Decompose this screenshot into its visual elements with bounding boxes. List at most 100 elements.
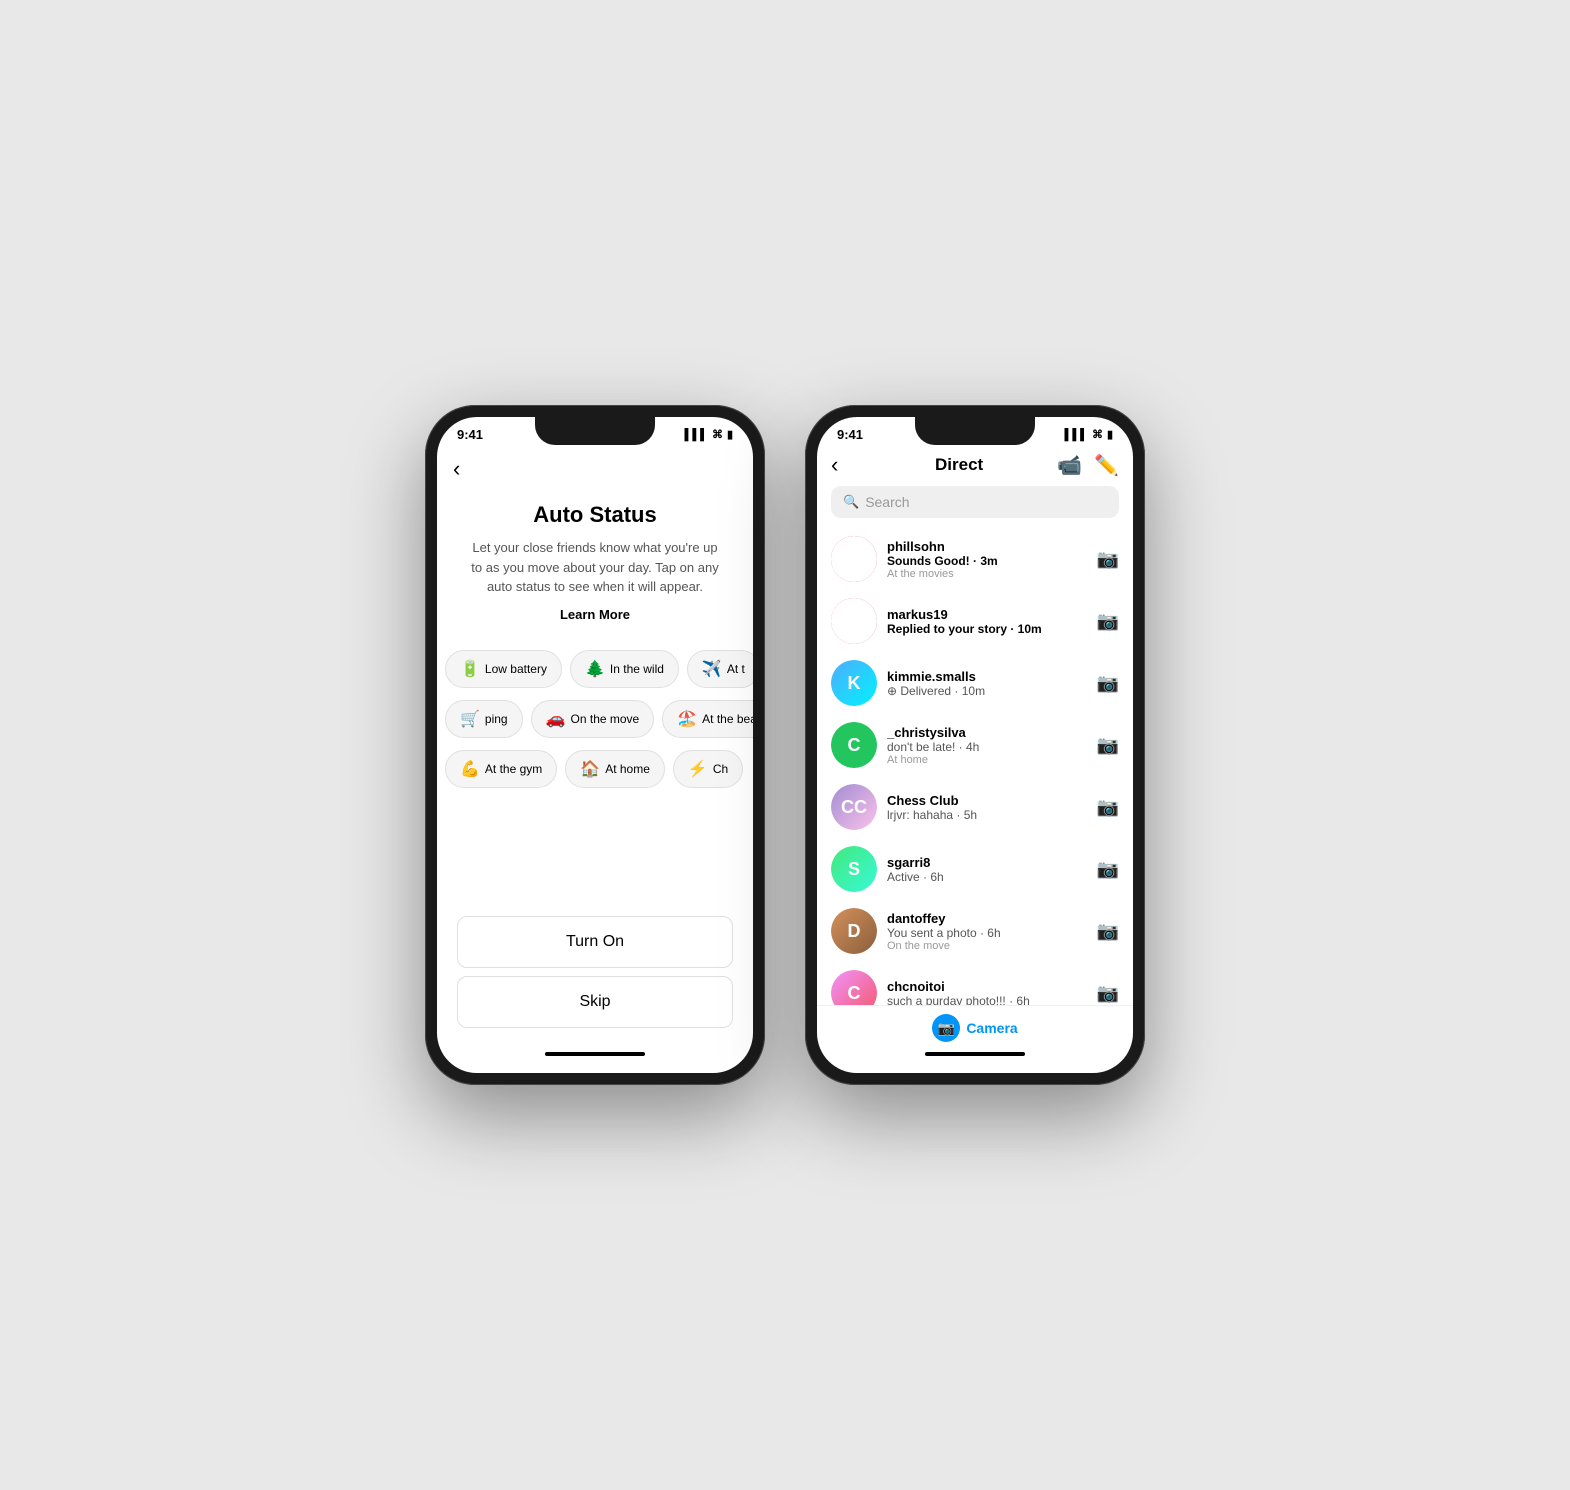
avatar-phillsohn: P <box>831 536 877 582</box>
chip-at-gym[interactable]: 💪 At the gym <box>445 750 557 788</box>
time-left: 9:41 <box>457 427 483 442</box>
cart-emoji: 🛒 <box>460 709 480 729</box>
msg-username: sgarri8 <box>887 855 1087 870</box>
avatar-sgarri8: S <box>831 846 877 892</box>
back-button-left[interactable]: ‹ <box>437 446 753 492</box>
chip-label: At the beac <box>702 712 753 726</box>
msg-username: _christysilva <box>887 725 1087 740</box>
camera-icon[interactable]: 📷 <box>1097 673 1119 694</box>
compose-icon[interactable]: ✏️ <box>1094 453 1119 478</box>
msg-sub: At home <box>887 754 1087 766</box>
avatar-img: CC <box>831 784 877 830</box>
auto-status-title: Auto Status <box>437 492 753 528</box>
camera-icon[interactable]: 📷 <box>1097 549 1119 570</box>
msg-content-sgarri8: sgarri8 Active · 6h <box>887 855 1087 884</box>
avatar-chess-club: CC <box>831 784 877 830</box>
notch-left <box>535 417 655 445</box>
message-list: P phillsohn Sounds Good! · 3m At the mov… <box>817 528 1133 1005</box>
video-icon[interactable]: 📹 <box>1057 453 1082 478</box>
message-item-kimmie[interactable]: K kimmie.smalls ⊕ Delivered · 10m 📷 <box>817 652 1133 714</box>
camera-icon[interactable]: 📷 <box>1097 797 1119 818</box>
message-item-christy[interactable]: C _christysilva don't be late! · 4h At h… <box>817 714 1133 776</box>
camera-circle-icon: 📷 <box>932 1014 960 1042</box>
time-right: 9:41 <box>837 427 863 442</box>
wifi-icon-r: ⌘ <box>1092 428 1103 441</box>
skip-button[interactable]: Skip <box>457 976 733 1028</box>
battery-icon: ▮ <box>727 428 733 441</box>
status-chips-area: 🔋 Low battery 🌲 In the wild ✈️ At t <box>437 638 753 909</box>
msg-preview: Sounds Good! · 3m <box>887 554 1087 568</box>
search-bar[interactable]: 🔍 Search <box>831 486 1119 518</box>
camera-label[interactable]: Camera <box>966 1020 1017 1036</box>
chip-label: ping <box>485 712 508 726</box>
tree-emoji: 🌲 <box>585 659 605 679</box>
chip-at-home[interactable]: 🏠 At home <box>565 750 665 788</box>
msg-sub: At the movies <box>887 568 1087 580</box>
chip-label: In the wild <box>610 662 664 676</box>
status-icons-right: ▌▌▌ ⌘ ▮ <box>1065 428 1113 441</box>
turn-on-button[interactable]: Turn On <box>457 916 733 968</box>
avatar-kimmie: K <box>831 660 877 706</box>
chip-label: At home <box>605 762 650 776</box>
chip-low-battery[interactable]: 🔋 Low battery <box>445 650 562 688</box>
message-item-chess-club[interactable]: CC Chess Club lrjvr: hahaha · 5h 📷 <box>817 776 1133 838</box>
auto-status-screen: ‹ Auto Status Let your close friends kno… <box>437 446 753 1062</box>
msg-username: phillsohn <box>887 539 1087 554</box>
gym-emoji: 💪 <box>460 759 480 779</box>
signal-icon-r: ▌▌▌ <box>1065 429 1088 441</box>
chip-label: At t <box>727 662 745 676</box>
camera-icon[interactable]: 📷 <box>1097 859 1119 880</box>
chips-row-1: 🔋 Low battery 🌲 In the wild ✈️ At t <box>437 644 753 694</box>
chips-row-3: 💪 At the gym 🏠 At home ⚡ Ch <box>437 744 753 794</box>
lightning-emoji: ⚡ <box>688 759 708 779</box>
avatar-img: S <box>831 846 877 892</box>
msg-preview: You sent a photo · 6h <box>887 926 1087 940</box>
right-phone: 9:41 ▌▌▌ ⌘ ▮ ‹ Direct 📹 ✏️ 🔍 Search <box>805 405 1145 1085</box>
message-item-chcnoitoi[interactable]: C chcnoitoi such a purday photo!!! · 6h … <box>817 962 1133 1005</box>
story-ring <box>831 536 877 582</box>
car-emoji: 🚗 <box>546 709 566 729</box>
left-phone: 9:41 ▌▌▌ ⌘ ▮ ‹ Auto Status Let your clos… <box>425 405 765 1085</box>
camera-icon[interactable]: 📷 <box>1097 921 1119 942</box>
direct-screen: ‹ Direct 📹 ✏️ 🔍 Search P <box>817 446 1133 1062</box>
avatar-markus19: M <box>831 598 877 644</box>
chip-label: Ch <box>713 762 728 776</box>
message-item-markus19[interactable]: M markus19 Replied to your story · 10m 📷 <box>817 590 1133 652</box>
camera-icon[interactable]: 📷 <box>1097 735 1119 756</box>
message-item-phillsohn[interactable]: P phillsohn Sounds Good! · 3m At the mov… <box>817 528 1133 590</box>
chip-charging[interactable]: ⚡ Ch <box>673 750 743 788</box>
msg-username: kimmie.smalls <box>887 669 1087 684</box>
avatar-img: C <box>831 722 877 768</box>
camera-bar: 📷 Camera <box>817 1005 1133 1048</box>
msg-content-christy: _christysilva don't be late! · 4h At hom… <box>887 725 1087 766</box>
search-icon: 🔍 <box>843 494 859 510</box>
msg-preview: Active · 6h <box>887 870 1087 884</box>
home-indicator-left <box>545 1052 645 1056</box>
chip-shopping[interactable]: 🛒 ping <box>445 700 523 738</box>
msg-content-kimmie: kimmie.smalls ⊕ Delivered · 10m <box>887 669 1087 698</box>
avatar-img: K <box>831 660 877 706</box>
back-button-right[interactable]: ‹ <box>831 452 861 478</box>
search-input[interactable]: Search <box>865 494 909 510</box>
chip-on-the-move[interactable]: 🚗 On the move <box>531 700 655 738</box>
message-item-sgarri8[interactable]: S sgarri8 Active · 6h 📷 <box>817 838 1133 900</box>
msg-preview: Replied to your story · 10m <box>887 622 1087 636</box>
msg-username: dantoffey <box>887 911 1087 926</box>
battery-icon-r: ▮ <box>1107 428 1113 441</box>
msg-content-dantoffey: dantoffey You sent a photo · 6h On the m… <box>887 911 1087 952</box>
learn-more-link[interactable]: Learn More <box>437 607 753 638</box>
story-ring <box>831 598 877 644</box>
chip-at-beach[interactable]: 🏖️ At the beac <box>662 700 753 738</box>
msg-preview: lrjvr: hahaha · 5h <box>887 808 1087 822</box>
chip-at-travel[interactable]: ✈️ At t <box>687 650 753 688</box>
msg-content-chcnoitoi: chcnoitoi such a purday photo!!! · 6h <box>887 979 1087 1006</box>
chip-in-the-wild[interactable]: 🌲 In the wild <box>570 650 679 688</box>
message-item-dantoffey[interactable]: D dantoffey You sent a photo · 6h On the… <box>817 900 1133 962</box>
camera-button[interactable]: 📷 Camera <box>932 1014 1017 1042</box>
msg-preview: ⊕ Delivered · 10m <box>887 684 1087 698</box>
chips-row-2: 🛒 ping 🚗 On the move 🏖️ At the beac <box>437 694 753 744</box>
wifi-icon: ⌘ <box>712 428 723 441</box>
camera-icon[interactable]: 📷 <box>1097 611 1119 632</box>
camera-icon[interactable]: 📷 <box>1097 983 1119 1004</box>
header-action-icons: 📹 ✏️ <box>1057 453 1119 478</box>
